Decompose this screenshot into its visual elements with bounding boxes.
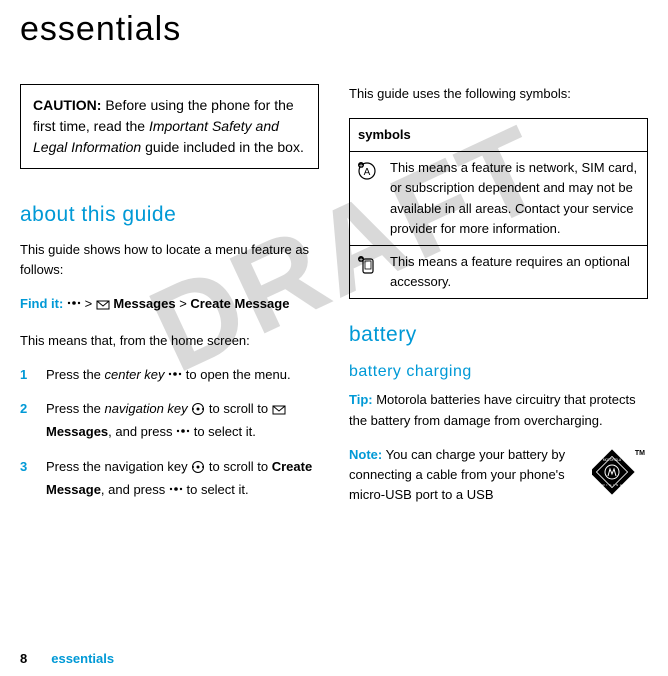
- findit-sep1: >: [85, 296, 96, 311]
- step-1: 1 Press the center key to open the menu.: [20, 365, 319, 385]
- symbols-row2-text: This means a feature requires an optiona…: [384, 245, 648, 298]
- nav-key-icon: [191, 460, 205, 480]
- step-2-bold: Messages: [46, 424, 108, 439]
- step-1-b: to open the menu.: [186, 367, 291, 382]
- step-3-number: 3: [20, 457, 32, 500]
- tip-paragraph: Tip: Motorola batteries have circuitry t…: [349, 390, 648, 430]
- caution-box: CAUTION: Before using the phone for the …: [20, 84, 319, 169]
- network-icon: A+: [356, 160, 378, 188]
- left-column: CAUTION: Before using the phone for the …: [20, 84, 319, 514]
- findit-messages: Messages: [113, 296, 175, 311]
- about-heading: about this guide: [20, 199, 319, 232]
- note-text: You can charge your battery by connectin…: [349, 447, 565, 502]
- svg-text:O R I G I N A L: O R I G I N A L: [598, 483, 625, 487]
- note-paragraph: TM MOTOROLA O R I G I N A L Note: You ca…: [349, 445, 648, 505]
- footer-section: essentials: [51, 651, 114, 666]
- find-it-line: Find it: > Messages > Create Message: [20, 294, 319, 317]
- step-3-a: Press the navigation key: [46, 459, 191, 474]
- find-it-label: Find it:: [20, 296, 63, 311]
- page-title: essentials: [20, 10, 648, 49]
- step-3-b: to scroll to: [209, 459, 272, 474]
- accessory-icon: +: [356, 254, 378, 282]
- step-2-number: 2: [20, 399, 32, 442]
- step-2-d: to select it.: [194, 424, 256, 439]
- about-intro: This guide shows how to locate a menu fe…: [20, 240, 319, 280]
- home-intro: This means that, from the home screen:: [20, 331, 319, 351]
- step-2-c: , and press: [108, 424, 176, 439]
- symbols-row1-text: This means a feature is network, SIM car…: [384, 152, 648, 246]
- symbols-table: symbols A+ This means a feature is netwo…: [349, 118, 648, 299]
- center-key-icon: [67, 296, 81, 310]
- footer: 8 essentials: [20, 651, 114, 666]
- center-key-icon: [168, 367, 182, 381]
- nav-key-icon: [191, 402, 205, 422]
- caution-label: CAUTION:: [33, 97, 101, 113]
- step-1-number: 1: [20, 365, 32, 385]
- svg-text:+: +: [359, 163, 363, 170]
- step-2: 2 Press the navigation key to scroll to …: [20, 399, 319, 442]
- symbols-intro: This guide uses the following symbols:: [349, 84, 648, 104]
- center-key-icon: [176, 424, 190, 438]
- table-row: A+ This means a feature is network, SIM …: [350, 152, 648, 246]
- symbols-header: symbols: [350, 119, 648, 152]
- note-label: Note:: [349, 447, 382, 462]
- tm-text: TM: [635, 450, 645, 457]
- step-2-a: Press the: [46, 401, 105, 416]
- step-1-italic: center key: [105, 367, 165, 382]
- page-number: 8: [20, 651, 27, 666]
- charging-heading: battery charging: [349, 360, 648, 385]
- messages-icon: [272, 402, 286, 422]
- battery-heading: battery: [349, 319, 648, 352]
- right-column: This guide uses the following symbols: s…: [349, 84, 648, 514]
- step-3: 3 Press the navigation key to scroll to …: [20, 457, 319, 500]
- caution-text-after: guide included in the box.: [141, 139, 304, 155]
- step-1-a: Press the: [46, 367, 105, 382]
- findit-create: Create Message: [190, 296, 289, 311]
- messages-icon: [96, 297, 110, 317]
- step-3-c: , and press: [101, 482, 169, 497]
- center-key-icon: [169, 482, 183, 496]
- motorola-original-badge: TM MOTOROLA O R I G I N A L: [592, 447, 648, 503]
- svg-text:A: A: [364, 167, 371, 178]
- step-2-italic: navigation key: [105, 401, 188, 416]
- table-row: + This means a feature requires an optio…: [350, 245, 648, 298]
- findit-sep2: >: [179, 296, 190, 311]
- svg-text:+: +: [359, 257, 363, 264]
- svg-text:MOTOROLA: MOTOROLA: [603, 458, 622, 462]
- tip-label: Tip:: [349, 392, 373, 407]
- step-2-b: to scroll to: [209, 401, 272, 416]
- tip-text: Motorola batteries have circuitry that p…: [349, 392, 636, 427]
- step-3-d: to select it.: [186, 482, 248, 497]
